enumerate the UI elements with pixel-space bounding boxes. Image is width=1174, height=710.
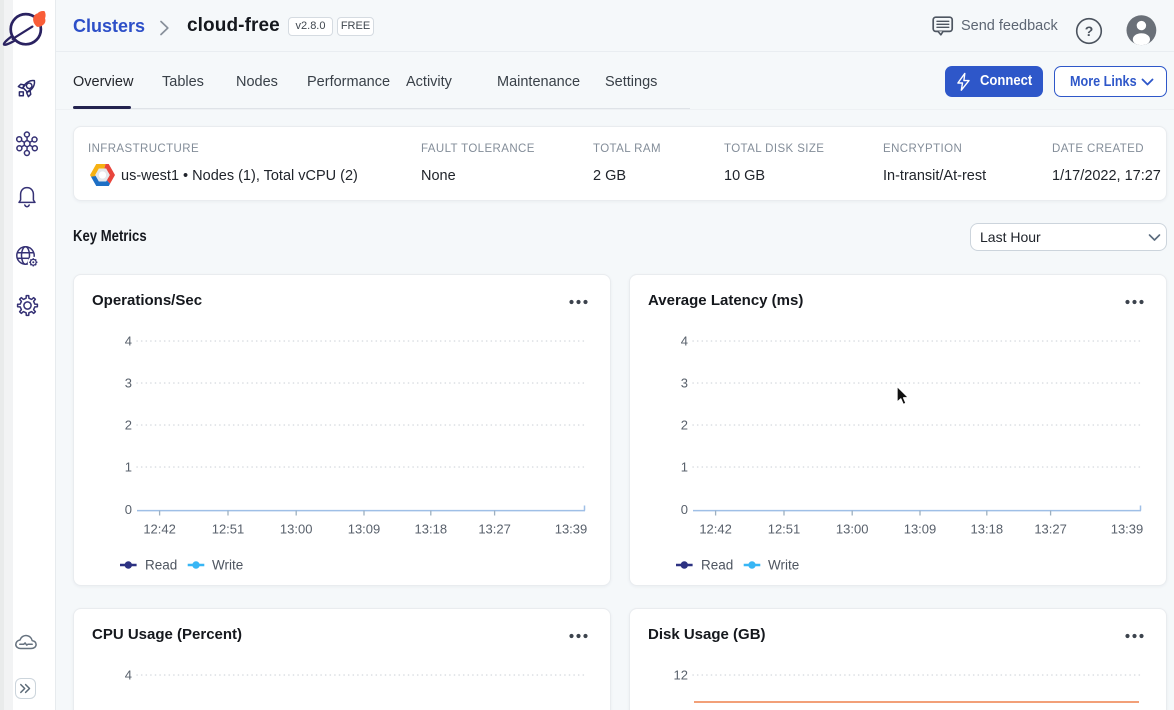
svg-text:4: 4: [125, 668, 132, 683]
svg-text:2: 2: [125, 418, 132, 433]
svg-text:12:42: 12:42: [699, 522, 732, 537]
svg-text:12:42: 12:42: [143, 522, 176, 537]
svg-text:3: 3: [125, 376, 132, 391]
svg-text:3: 3: [681, 376, 688, 391]
svg-text:Write: Write: [212, 558, 243, 573]
svg-text:1: 1: [681, 460, 688, 475]
svg-text:13:18: 13:18: [415, 522, 448, 537]
svg-text:1: 1: [125, 460, 132, 475]
svg-text:4: 4: [681, 334, 688, 349]
svg-text:0: 0: [681, 502, 688, 517]
svg-text:13:18: 13:18: [971, 522, 1004, 537]
svg-text:13:09: 13:09: [904, 522, 937, 537]
svg-text:Read: Read: [701, 558, 733, 573]
svg-text:13:39: 13:39: [1111, 522, 1144, 537]
svg-text:13:00: 13:00: [280, 522, 313, 537]
svg-text:12:51: 12:51: [768, 522, 801, 537]
svg-text:2: 2: [681, 418, 688, 433]
svg-text:13:27: 13:27: [478, 522, 511, 537]
svg-text:13:09: 13:09: [348, 522, 381, 537]
svg-text:?: ?: [1085, 23, 1094, 39]
svg-text:13:00: 13:00: [836, 522, 869, 537]
svg-text:13:27: 13:27: [1034, 522, 1067, 537]
svg-text:Read: Read: [145, 558, 177, 573]
svg-text:4: 4: [125, 334, 132, 349]
svg-text:13:39: 13:39: [555, 522, 588, 537]
svg-text:Write: Write: [768, 558, 799, 573]
svg-text:0: 0: [125, 502, 132, 517]
svg-text:12: 12: [674, 668, 688, 683]
svg-text:12:51: 12:51: [212, 522, 245, 537]
